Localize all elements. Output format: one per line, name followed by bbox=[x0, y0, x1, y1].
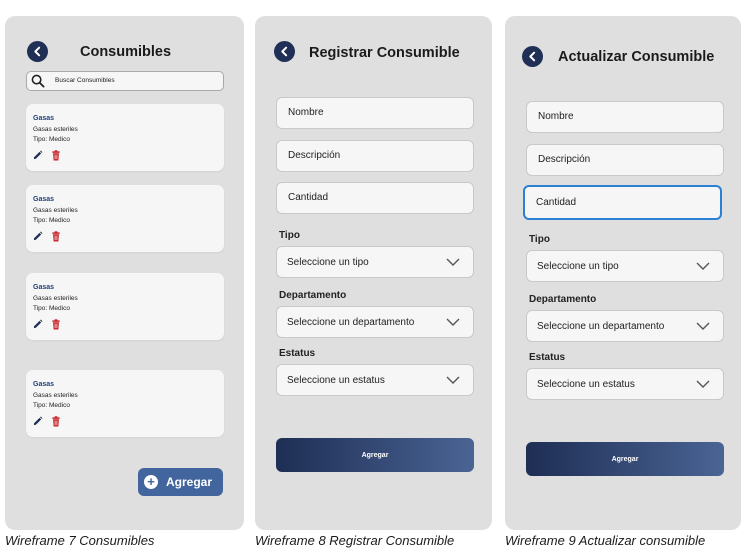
department-select[interactable]: Seleccione un departamento bbox=[526, 310, 724, 342]
description-field[interactable]: Descripción bbox=[526, 144, 724, 176]
back-button[interactable] bbox=[274, 41, 295, 62]
department-label: Departamento bbox=[529, 294, 597, 305]
add-button[interactable]: + Agregar bbox=[138, 468, 223, 496]
status-select[interactable]: Seleccione un estatus bbox=[526, 368, 724, 400]
submit-button[interactable]: Agregar bbox=[276, 438, 474, 472]
item-type: Tipo: Medico bbox=[33, 136, 70, 143]
type-select[interactable]: Seleccione un tipo bbox=[526, 250, 724, 282]
back-button[interactable] bbox=[522, 46, 543, 67]
register-screen: Registrar Consumible Nombre Descripción … bbox=[255, 16, 492, 530]
list-item[interactable]: Gasas Gasas esteriles Tipo: Medico bbox=[26, 370, 224, 437]
plus-circle-icon: + bbox=[144, 475, 158, 489]
department-select[interactable]: Seleccione un departamento bbox=[276, 306, 474, 338]
chevron-down-icon bbox=[446, 258, 460, 266]
search-placeholder: Buscar Consumibles bbox=[55, 77, 115, 84]
department-select-value: Seleccione un departamento bbox=[537, 321, 665, 332]
pencil-icon[interactable] bbox=[32, 150, 43, 161]
item-name: Gasas bbox=[33, 284, 55, 291]
status-label: Estatus bbox=[279, 348, 316, 359]
page-title: Registrar Consumible bbox=[309, 45, 460, 61]
item-description: Gasas esteriles bbox=[33, 207, 78, 214]
item-description: Gasas esteriles bbox=[33, 126, 78, 133]
chevron-down-icon bbox=[446, 318, 460, 326]
chevron-down-icon bbox=[696, 262, 710, 270]
trash-icon[interactable] bbox=[51, 150, 61, 161]
item-type: Tipo: Medico bbox=[33, 217, 70, 224]
search-icon bbox=[31, 74, 45, 88]
description-field[interactable]: Descripción bbox=[276, 140, 474, 172]
status-select-value: Seleccione un estatus bbox=[537, 379, 635, 390]
arrow-left-icon bbox=[529, 51, 536, 62]
pencil-icon[interactable] bbox=[32, 231, 43, 242]
page-title: Consumibles bbox=[80, 44, 172, 60]
arrow-left-icon bbox=[281, 46, 288, 57]
type-select-value: Seleccione un tipo bbox=[287, 257, 369, 268]
type-label: Tipo bbox=[279, 230, 300, 241]
status-select-value: Seleccione un estatus bbox=[287, 375, 385, 386]
caption-registrar: Wireframe 8 Registrar Consumible bbox=[255, 533, 455, 548]
arrow-left-icon bbox=[34, 46, 41, 57]
list-item[interactable]: Gasas Gasas esteriles Tipo: Medico bbox=[26, 273, 224, 340]
trash-icon[interactable] bbox=[51, 231, 61, 242]
quantity-field[interactable]: Cantidad bbox=[523, 185, 722, 220]
pencil-icon[interactable] bbox=[32, 416, 43, 427]
item-name: Gasas bbox=[33, 196, 55, 203]
item-description: Gasas esteriles bbox=[33, 295, 78, 302]
item-type: Tipo: Medico bbox=[33, 402, 70, 409]
item-description: Gasas esteriles bbox=[33, 392, 78, 399]
type-select-value: Seleccione un tipo bbox=[537, 261, 619, 272]
chevron-down-icon bbox=[696, 322, 710, 330]
department-select-value: Seleccione un departamento bbox=[287, 317, 415, 328]
description-placeholder: Descripción bbox=[288, 150, 341, 161]
submit-button[interactable]: Agregar bbox=[526, 442, 724, 476]
quantity-placeholder: Cantidad bbox=[288, 192, 329, 203]
description-placeholder: Descripción bbox=[538, 154, 591, 165]
page-title: Actualizar Consumible bbox=[558, 49, 715, 65]
chevron-down-icon bbox=[446, 376, 460, 384]
department-label: Departamento bbox=[279, 290, 347, 301]
name-placeholder: Nombre bbox=[288, 107, 324, 118]
type-label: Tipo bbox=[529, 234, 550, 245]
update-screen: Actualizar Consumible Nombre Descripción… bbox=[505, 16, 741, 530]
quantity-field[interactable]: Cantidad bbox=[276, 182, 474, 214]
add-button-label: Agregar bbox=[166, 475, 213, 489]
trash-icon[interactable] bbox=[51, 416, 61, 427]
status-select[interactable]: Seleccione un estatus bbox=[276, 364, 474, 396]
search-input[interactable]: Buscar Consumibles bbox=[26, 71, 224, 91]
item-type: Tipo: Medico bbox=[33, 305, 70, 312]
caption-consumibles: Wireframe 7 Consumibles bbox=[5, 533, 155, 548]
chevron-down-icon bbox=[696, 380, 710, 388]
trash-icon[interactable] bbox=[51, 319, 61, 330]
consumibles-screen: Consumibles Buscar Consumibles Gasas Gas… bbox=[5, 16, 244, 530]
quantity-placeholder: Cantidad bbox=[536, 197, 577, 208]
list-item[interactable]: Gasas Gasas esteriles Tipo: Medico bbox=[26, 104, 224, 171]
item-name: Gasas bbox=[33, 381, 55, 388]
list-item[interactable]: Gasas Gasas esteriles Tipo: Medico bbox=[26, 185, 224, 252]
caption-actualizar: Wireframe 9 Actualizar consumible bbox=[505, 533, 706, 548]
back-button[interactable] bbox=[27, 41, 48, 62]
type-select[interactable]: Seleccione un tipo bbox=[276, 246, 474, 278]
name-placeholder: Nombre bbox=[538, 111, 574, 122]
name-field[interactable]: Nombre bbox=[526, 101, 724, 133]
name-field[interactable]: Nombre bbox=[276, 97, 474, 129]
pencil-icon[interactable] bbox=[32, 319, 43, 330]
status-label: Estatus bbox=[529, 352, 566, 363]
item-name: Gasas bbox=[33, 115, 55, 122]
